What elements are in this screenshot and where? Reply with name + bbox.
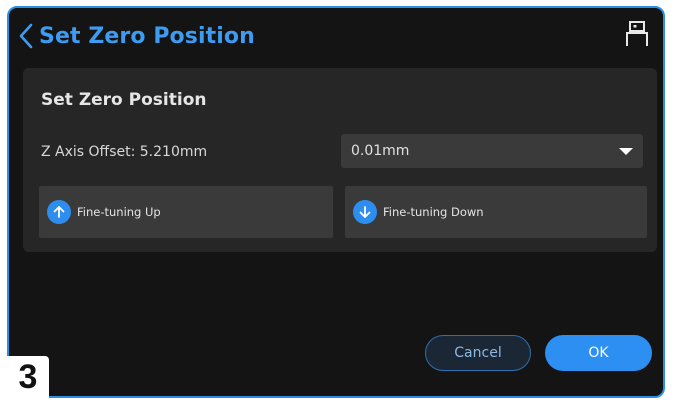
- back-button[interactable]: Set Zero Position: [19, 20, 255, 52]
- fine-tune-up-button[interactable]: Fine-tuning Up: [39, 186, 333, 238]
- step-number-badge: 3: [7, 356, 49, 398]
- z-axis-offset-label: Z Axis Offset: 5.210mm: [41, 144, 208, 160]
- printer-icon[interactable]: [625, 20, 649, 48]
- step-size-dropdown[interactable]: 0.01mm: [341, 134, 643, 168]
- cancel-button[interactable]: Cancel: [425, 335, 531, 371]
- caret-down-icon: [619, 148, 633, 155]
- header: Set Zero Position: [9, 8, 663, 64]
- ok-button[interactable]: OK: [545, 335, 652, 371]
- fine-tune-down-button[interactable]: Fine-tuning Down: [345, 186, 647, 238]
- zero-position-panel: Set Zero Position Z Axis Offset: 5.210mm…: [23, 68, 657, 252]
- panel-title: Set Zero Position: [41, 90, 207, 110]
- arrow-up-icon: [47, 200, 71, 224]
- fine-tune-up-label: Fine-tuning Up: [77, 205, 161, 219]
- fine-tune-down-label: Fine-tuning Down: [383, 205, 484, 219]
- page-title: Set Zero Position: [39, 23, 255, 49]
- screen-frame: Set Zero Position Set Zero Position Z Ax…: [7, 6, 665, 398]
- arrow-down-icon: [353, 200, 377, 224]
- chevron-left-icon: [19, 23, 33, 49]
- step-size-value: 0.01mm: [351, 143, 410, 159]
